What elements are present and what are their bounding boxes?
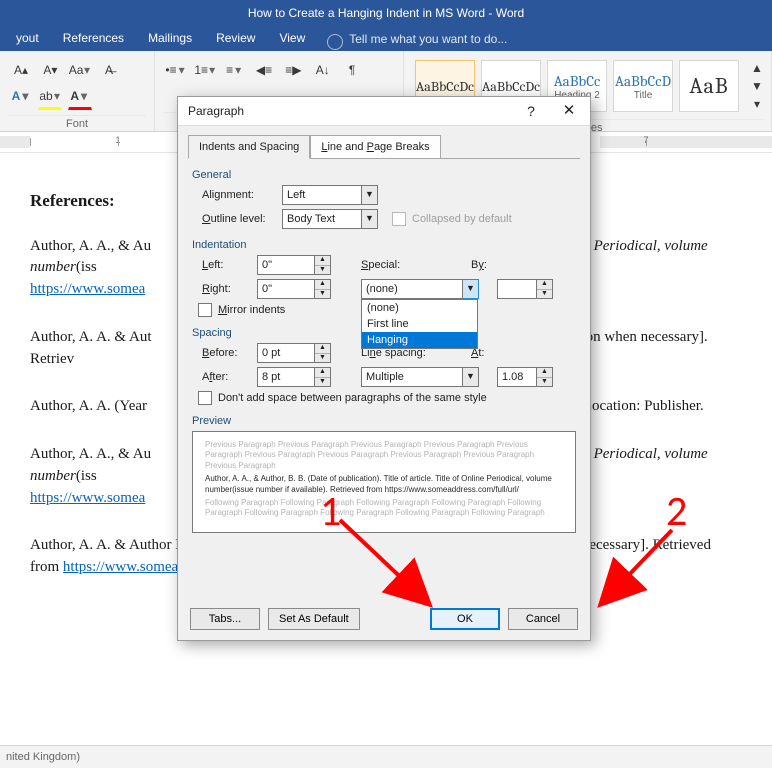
special-option-none[interactable]: (none) <box>362 300 477 316</box>
before-spinner[interactable]: 0 pt▲▼ <box>257 343 331 363</box>
show-marks-icon[interactable]: ¶ <box>340 58 364 82</box>
special-label: Special: <box>361 259 471 271</box>
numbering-icon[interactable]: 1≡▾ <box>193 58 217 82</box>
special-option-firstline[interactable]: First line <box>362 316 477 332</box>
multilevel-icon[interactable]: ≡▾ <box>223 58 247 82</box>
mirror-indents-checkbox[interactable]: Mirror indents <box>198 303 285 317</box>
indent-right-spinner[interactable]: 0"▲▼ <box>257 279 331 299</box>
spin-up-icon[interactable]: ▲ <box>315 368 330 378</box>
ribbon-tab-row: yout References Mailings Review View Tel… <box>0 26 772 51</box>
after-spinner[interactable]: 8 pt▲▼ <box>257 367 331 387</box>
section-indentation: Indentation <box>192 239 590 251</box>
ribbon-tab-references[interactable]: References <box>51 26 136 51</box>
increase-indent-icon[interactable]: ≡▶ <box>281 58 305 82</box>
chevron-down-icon[interactable]: ▼ <box>362 209 378 229</box>
dialog-title: Paragraph <box>188 104 244 118</box>
font-shrink-icon[interactable]: A▾ <box>38 58 62 82</box>
chevron-down-icon[interactable]: ▼ <box>463 367 479 387</box>
spin-down-icon[interactable]: ▼ <box>537 378 552 387</box>
alignment-combo[interactable]: Left▼ <box>282 185 378 205</box>
spin-up-icon[interactable]: ▲ <box>315 344 330 354</box>
by-label: By: <box>471 259 511 271</box>
spin-up-icon[interactable]: ▲ <box>537 368 552 378</box>
lightbulb-icon <box>327 34 343 50</box>
dialog-close-button[interactable]: ✕ <box>550 97 588 125</box>
spin-up-icon[interactable]: ▲ <box>537 280 552 290</box>
clear-formatting-icon[interactable]: A̶ <box>97 58 121 82</box>
ribbon-tab-review[interactable]: Review <box>204 26 267 51</box>
spin-down-icon[interactable]: ▼ <box>315 266 330 275</box>
section-general: General <box>192 169 590 181</box>
bullets-icon[interactable]: •≡▾ <box>164 58 188 82</box>
spin-up-icon[interactable]: ▲ <box>315 256 330 266</box>
dialog-title-bar[interactable]: Paragraph ? ✕ <box>178 97 590 126</box>
at-spinner[interactable]: 1.08▲▼ <box>497 367 553 387</box>
spin-down-icon[interactable]: ▼ <box>315 354 330 363</box>
by-spinner[interactable]: ▲▼ <box>497 279 553 299</box>
dont-add-space-checkbox[interactable]: Don't add space between paragraphs of th… <box>198 391 487 405</box>
special-dropdown: (none) First line Hanging <box>361 299 478 349</box>
window-title: How to Create a Hanging Indent in MS Wor… <box>0 0 772 26</box>
reference-link[interactable]: https://www.somea <box>30 281 145 297</box>
chevron-down-icon[interactable]: ▼ <box>362 185 378 205</box>
reference-link[interactable]: https://www.somea <box>30 490 145 506</box>
styles-scroll-down-icon[interactable]: ▼ <box>745 78 769 94</box>
tabs-button[interactable]: Tabs... <box>190 608 260 630</box>
group-label-font: Font <box>8 115 146 132</box>
set-default-button[interactable]: Set As Default <box>268 608 360 630</box>
collapsed-checkbox: Collapsed by default <box>392 212 512 226</box>
styles-more-icon[interactable]: ▾ <box>745 96 769 112</box>
ribbon-tab-view[interactable]: View <box>267 26 317 51</box>
spin-down-icon[interactable]: ▼ <box>537 290 552 299</box>
tab-line-page-breaks[interactable]: Line and Page Breaks <box>310 135 440 159</box>
alignment-label: Alignment: <box>202 189 282 201</box>
tab-indents-spacing[interactable]: Indents and Spacing <box>188 135 310 159</box>
special-option-hanging[interactable]: Hanging <box>362 332 477 348</box>
section-preview: Preview <box>192 415 590 427</box>
preview-pane: Previous Paragraph Previous Paragraph Pr… <box>192 431 576 533</box>
font-grow-icon[interactable]: A▴ <box>9 58 33 82</box>
sort-icon[interactable]: A↓ <box>311 58 335 82</box>
decrease-indent-icon[interactable]: ◀≡ <box>252 58 276 82</box>
ribbon-tab-layout[interactable]: yout <box>4 26 51 51</box>
text-effects-icon[interactable]: A▾ <box>9 84 33 108</box>
ok-button[interactable]: OK <box>430 608 500 630</box>
change-case-icon[interactable]: Aa▾ <box>68 58 92 82</box>
paragraph-dialog: Paragraph ? ✕ Indents and Spacing Line a… <box>177 96 591 641</box>
ribbon-tab-mailings[interactable]: Mailings <box>136 26 204 51</box>
font-color-icon[interactable]: A▾ <box>68 84 92 110</box>
tell-me-input[interactable]: Tell me what you want to do... <box>349 32 507 46</box>
spin-down-icon[interactable]: ▼ <box>315 290 330 299</box>
spin-up-icon[interactable]: ▲ <box>315 280 330 290</box>
highlight-icon[interactable]: ab▾ <box>38 84 62 110</box>
outline-level-combo[interactable]: Body Text▼ <box>282 209 378 229</box>
line-spacing-combo[interactable]: Multiple▼ <box>361 367 479 387</box>
status-bar: nited Kingdom) <box>0 745 772 768</box>
indent-left-spinner[interactable]: 0"▲▼ <box>257 255 331 275</box>
styles-scroll-up-icon[interactable]: ▲ <box>745 60 769 76</box>
spin-down-icon[interactable]: ▼ <box>315 378 330 387</box>
style-subtitle[interactable]: AaB <box>679 60 739 112</box>
indent-left-label: Left: <box>202 259 257 271</box>
before-label: Before: <box>202 347 257 359</box>
indent-right-label: Right: <box>202 283 257 295</box>
after-label: After: <box>202 371 257 383</box>
cancel-button[interactable]: Cancel <box>508 608 578 630</box>
dialog-help-button[interactable]: ? <box>516 97 546 125</box>
special-combo[interactable]: (none)▼ (none) First line Hanging <box>361 279 479 299</box>
style-title[interactable]: AaBbCcDTitle <box>613 60 673 112</box>
chevron-down-icon[interactable]: ▼ <box>463 279 479 299</box>
outline-level-label: Outline level: <box>202 213 282 225</box>
